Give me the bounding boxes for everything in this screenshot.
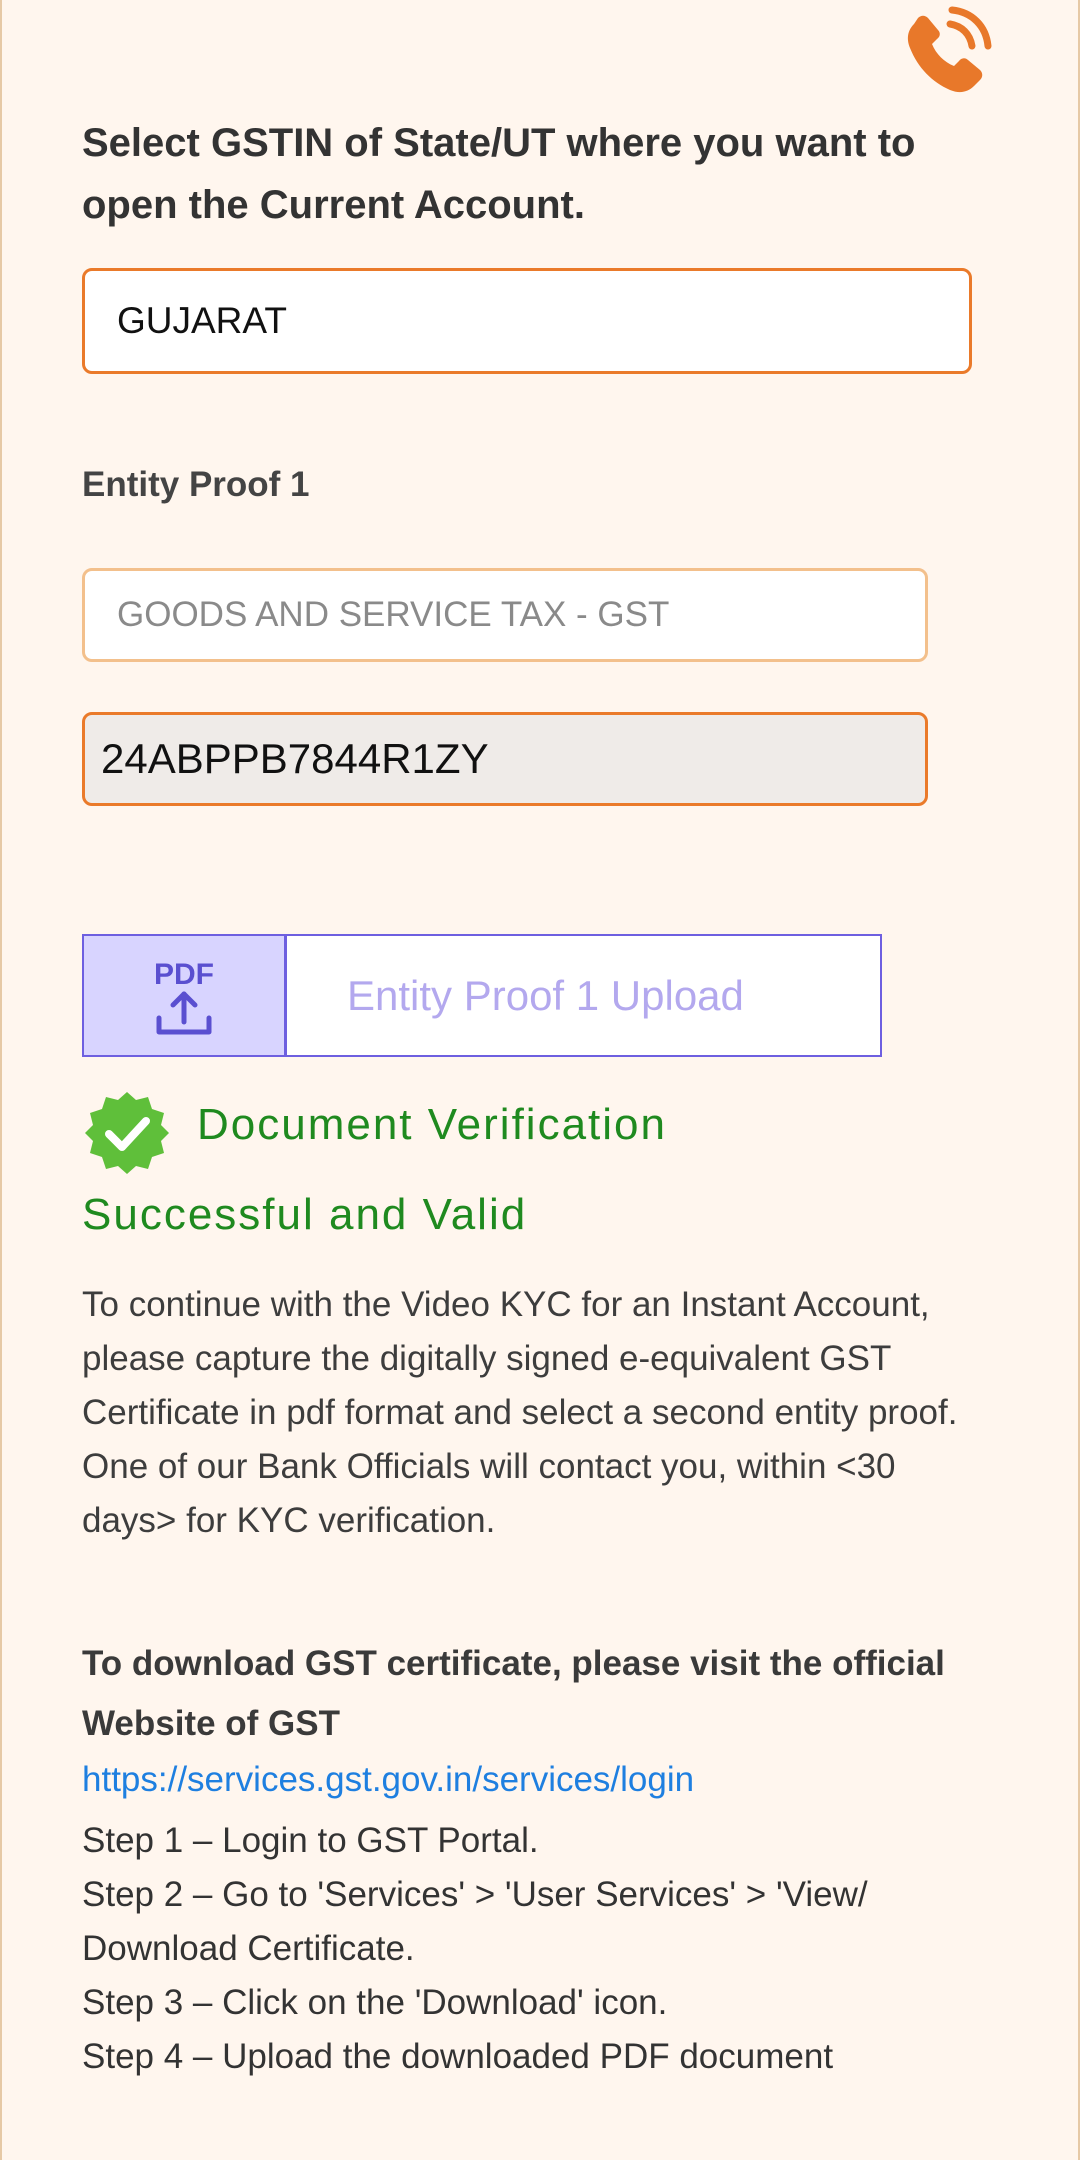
download-step: Step 4 – Upload the downloaded PDF docum… <box>82 2037 834 2076</box>
pdf-upload-icon: PDF <box>84 936 287 1055</box>
verified-badge-icon <box>84 1090 170 1176</box>
download-step: Step 1 – Login to GST Portal. <box>82 1821 539 1860</box>
state-select-value: GUJARAT <box>117 300 287 341</box>
download-step: Step 2 – Go to 'Services' > 'User Servic… <box>82 1875 868 1968</box>
pdf-icon-text: PDF <box>154 958 214 991</box>
download-instructions-heading: To download GST certificate, please visi… <box>82 1644 945 1743</box>
download-steps-list: Step 1 – Login to GST Portal. Step 2 – G… <box>82 1814 1002 2084</box>
gst-portal-link[interactable]: https://services.gst.gov.in/services/log… <box>82 1760 694 1800</box>
entity-proof-type-placeholder: GOODS AND SERVICE TAX - GST <box>117 595 670 634</box>
verification-status-subtitle: Successful and Valid <box>82 1190 528 1239</box>
verification-status-title: Document Verification <box>197 1100 667 1149</box>
entity-proof-upload-button[interactable]: PDF Entity Proof 1 Upload <box>82 934 882 1057</box>
page-title: Select GSTIN of State/UT where you want … <box>82 121 916 227</box>
phone-call-icon[interactable] <box>892 4 992 104</box>
gstin-field[interactable]: 24ABPPB7844R1ZY <box>82 712 928 806</box>
gstin-value: 24ABPPB7844R1ZY <box>101 735 489 782</box>
kyc-info-text: To continue with the Video KYC for an In… <box>82 1285 958 1540</box>
upload-label: Entity Proof 1 Upload <box>347 971 744 1019</box>
state-select[interactable]: GUJARAT <box>82 268 972 374</box>
entity-proof-type-select[interactable]: GOODS AND SERVICE TAX - GST <box>82 568 928 662</box>
entity-proof-label: Entity Proof 1 <box>82 465 310 504</box>
download-step: Step 3 – Click on the 'Download' icon. <box>82 1983 668 2022</box>
